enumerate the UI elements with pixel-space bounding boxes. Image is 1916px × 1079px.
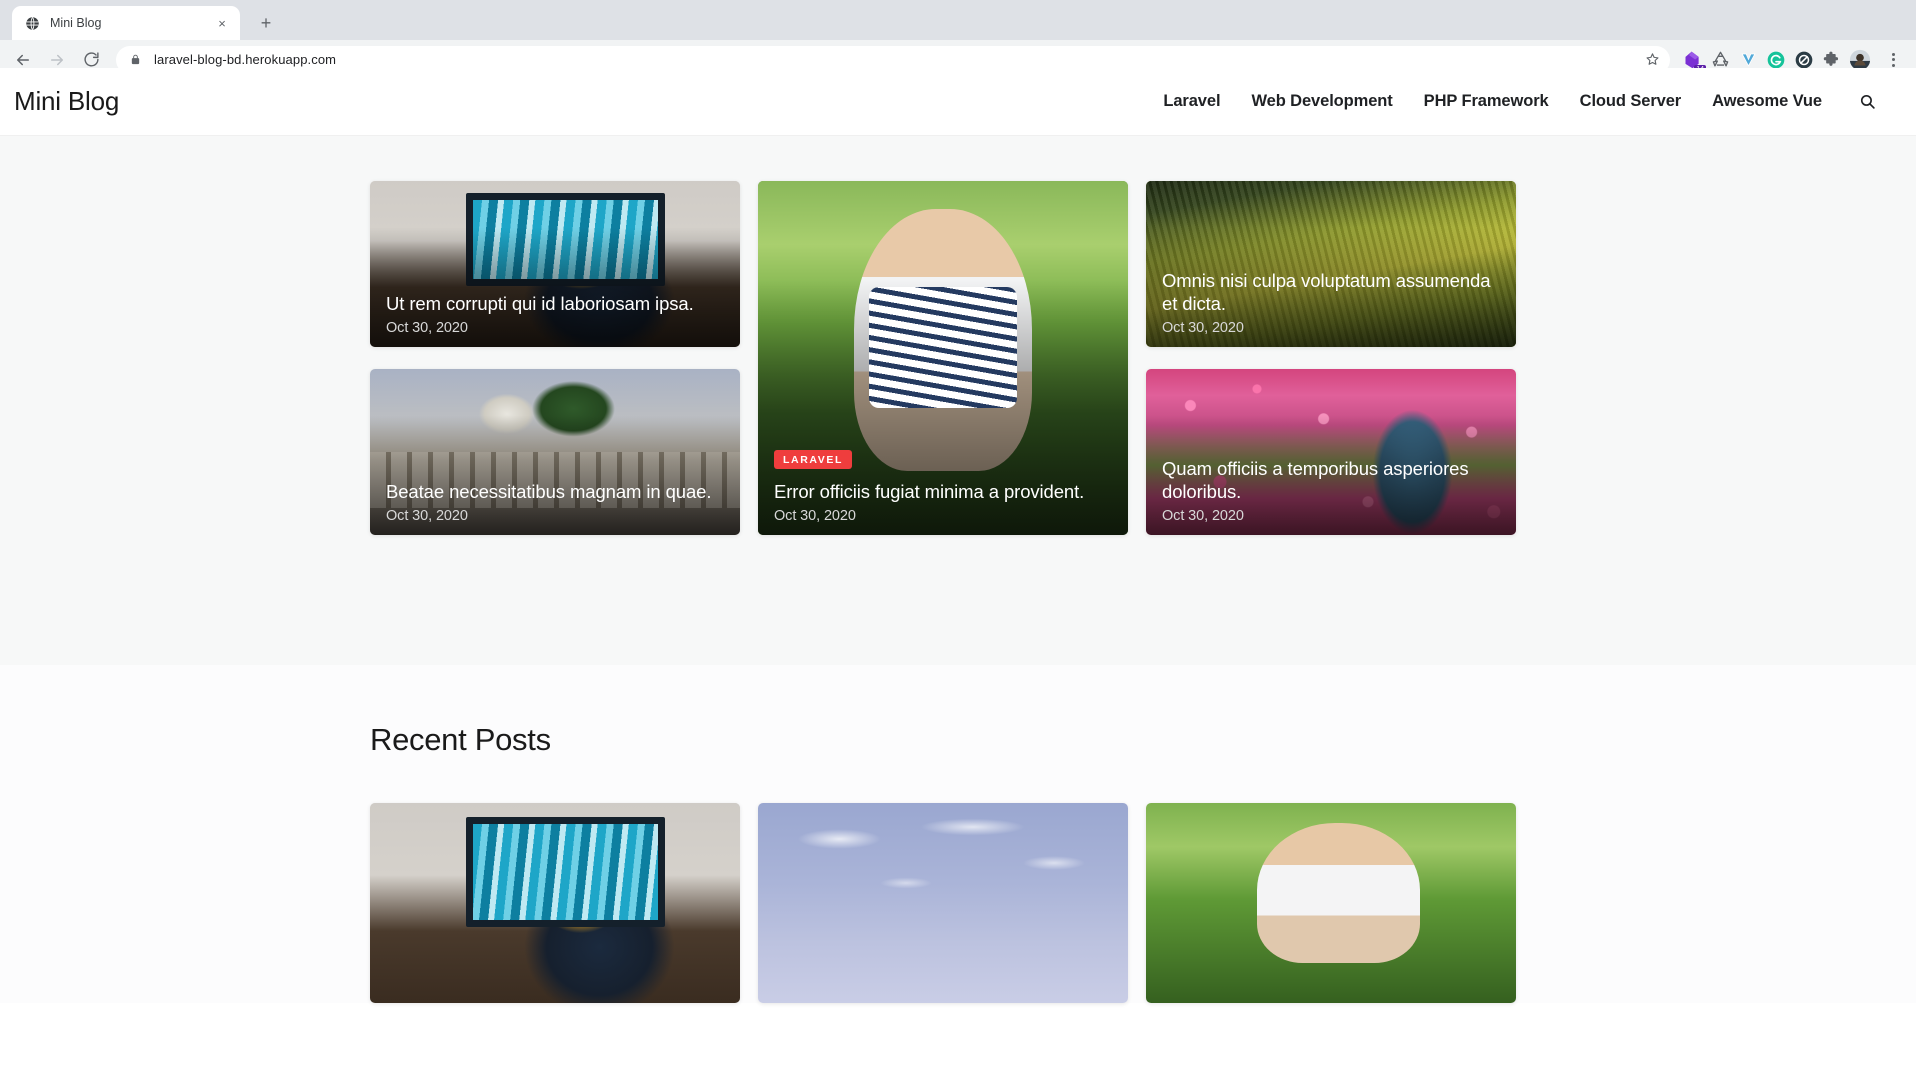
featured-card-quam-officiis[interactable]: Quam officiis a temporibus asperiores do… — [1146, 369, 1516, 535]
site-header: Mini Blog Laravel Web Development PHP Fr… — [0, 68, 1916, 136]
nav-item-php-framework[interactable]: PHP Framework — [1424, 92, 1549, 111]
post-title[interactable]: Beatae necessitatibus magnam in quae. — [386, 480, 724, 504]
lock-icon — [130, 53, 144, 66]
bookmark-star-icon[interactable] — [1644, 52, 1660, 68]
post-date: Oct 30, 2020 — [1162, 320, 1244, 336]
main-navigation: Laravel Web Development PHP Framework Cl… — [1163, 92, 1876, 111]
search-icon[interactable] — [1859, 93, 1876, 110]
recent-posts-heading: Recent Posts — [370, 722, 551, 757]
post-date: Oct 30, 2020 — [386, 508, 468, 524]
recent-card-2[interactable] — [758, 803, 1128, 1003]
post-title[interactable]: Quam officiis a temporibus asperiores do… — [1162, 457, 1500, 504]
recent-posts-section: Recent Posts — [0, 665, 1916, 1003]
recent-card-3[interactable] — [1146, 803, 1516, 1003]
post-title[interactable]: Ut rem corrupti qui id laboriosam ipsa. — [386, 292, 724, 316]
featured-card-error-officiis[interactable]: LARAVEL Error officiis fugiat minima a p… — [758, 181, 1128, 535]
browser-tab[interactable]: Mini Blog × — [12, 6, 240, 40]
category-badge[interactable]: LARAVEL — [774, 450, 853, 470]
card-body: Quam officiis a temporibus asperiores do… — [1146, 457, 1516, 535]
featured-posts-grid: Ut rem corrupti qui id laboriosam ipsa. … — [370, 181, 1546, 535]
featured-posts-section: Ut rem corrupti qui id laboriosam ipsa. … — [0, 136, 1916, 665]
browser-window: Mini Blog × + laravel-blog-bd.herokuapp.… — [0, 0, 1916, 1079]
nav-item-web-development[interactable]: Web Development — [1251, 92, 1392, 111]
featured-card-ut-rem-corrupti[interactable]: Ut rem corrupti qui id laboriosam ipsa. … — [370, 181, 740, 347]
featured-card-omnis-nisi-culpa[interactable]: Omnis nisi culpa voluptatum assumenda et… — [1146, 181, 1516, 347]
post-thumbnail — [758, 803, 1128, 1003]
new-tab-button[interactable]: + — [252, 9, 280, 37]
globe-icon — [24, 15, 40, 31]
nav-item-awesome-vue[interactable]: Awesome Vue — [1712, 92, 1822, 111]
post-date: Oct 30, 2020 — [386, 320, 468, 336]
site-brand[interactable]: Mini Blog — [14, 86, 119, 117]
post-thumbnail — [370, 803, 740, 1003]
post-date: Oct 30, 2020 — [774, 508, 856, 524]
post-title[interactable]: Omnis nisi culpa voluptatum assumenda et… — [1162, 269, 1500, 316]
card-body: LARAVEL Error officiis fugiat minima a p… — [758, 450, 1128, 535]
post-title[interactable]: Error officiis fugiat minima a provident… — [774, 480, 1112, 504]
close-icon[interactable]: × — [214, 15, 230, 31]
post-date: Oct 30, 2020 — [1162, 508, 1244, 524]
card-body: Omnis nisi culpa voluptatum assumenda et… — [1146, 269, 1516, 347]
nav-item-cloud-server[interactable]: Cloud Server — [1580, 92, 1682, 111]
page-viewport: Mini Blog Laravel Web Development PHP Fr… — [0, 68, 1916, 1079]
recent-posts-inner: Recent Posts — [370, 722, 1546, 1003]
recent-posts-grid — [370, 803, 1546, 1003]
tab-strip: Mini Blog × + — [0, 0, 1916, 40]
recent-card-1[interactable] — [370, 803, 740, 1003]
post-thumbnail — [1146, 803, 1516, 1003]
card-body: Beatae necessitatibus magnam in quae. Oc… — [370, 480, 740, 535]
featured-card-beatae-necessitatibus[interactable]: Beatae necessitatibus magnam in quae. Oc… — [370, 369, 740, 535]
url-text: laravel-blog-bd.herokuapp.com — [154, 52, 337, 67]
tab-title: Mini Blog — [50, 16, 102, 30]
nav-item-laravel[interactable]: Laravel — [1163, 92, 1220, 111]
card-body: Ut rem corrupti qui id laboriosam ipsa. … — [370, 292, 740, 347]
